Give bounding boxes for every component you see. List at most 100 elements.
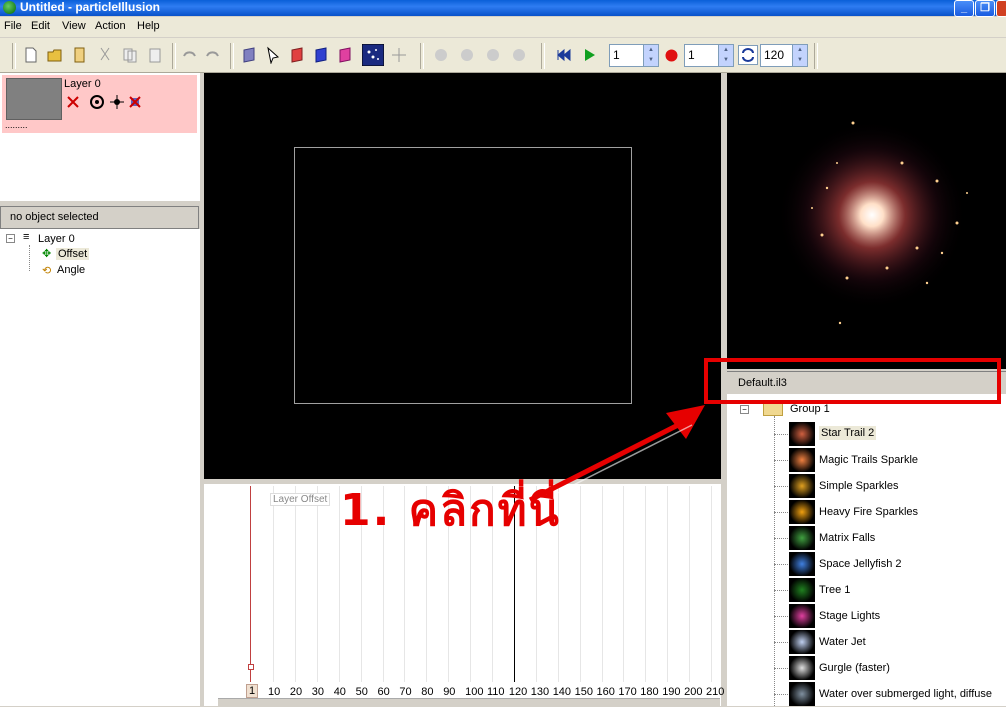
- title-bar: Untitled - particleIllusion _ ❐: [0, 0, 1006, 17]
- emitter-icon[interactable]: [362, 44, 384, 66]
- preview-panel: [727, 73, 1006, 369]
- open-icon[interactable]: [46, 46, 64, 64]
- deflector-icon[interactable]: [390, 46, 408, 64]
- tree-connector: [774, 564, 788, 565]
- frame-spinner[interactable]: 1 ▲ ▼: [609, 44, 659, 67]
- emitter-thumbnail-icon: [789, 422, 815, 446]
- tree-connector: [774, 512, 788, 513]
- menu-action[interactable]: Action: [95, 20, 126, 32]
- menu-edit[interactable]: Edit: [31, 20, 50, 32]
- toolbar-separator: [420, 43, 424, 69]
- hide-layer-icon[interactable]: [66, 95, 80, 109]
- target-icon[interactable]: [90, 95, 104, 109]
- timeline-gridline: [623, 486, 625, 682]
- spinner-arrows-icon[interactable]: ▲ ▼: [643, 45, 658, 66]
- layer-plane-icon[interactable]: [240, 46, 258, 64]
- layer-list-icon: ≡: [23, 231, 30, 243]
- current-frame-label: 1: [246, 684, 259, 698]
- menu-help[interactable]: Help: [137, 20, 160, 32]
- library-item-label: Matrix Falls: [819, 532, 876, 544]
- menu-file[interactable]: File: [4, 20, 22, 32]
- move-down-icon[interactable]: [484, 46, 502, 64]
- emitter-thumbnail-icon: [789, 500, 815, 524]
- emitter-thumbnail-icon: [789, 656, 815, 680]
- frame-cursor[interactable]: [250, 486, 251, 682]
- collapse-icon[interactable]: −: [740, 405, 749, 414]
- emitter-thumbnail-icon: [789, 448, 815, 472]
- folder-icon: [763, 402, 783, 416]
- layer-panel: Layer 0 .........: [0, 73, 200, 201]
- paste-icon[interactable]: [146, 46, 164, 64]
- restore-button[interactable]: ❐: [975, 0, 995, 17]
- window-title: Untitled - particleIllusion: [20, 0, 161, 14]
- timeline-tick-label: 180: [640, 686, 659, 698]
- record-icon[interactable]: [664, 48, 679, 63]
- emitter-thumbnail-icon: [789, 604, 815, 628]
- timeline-tick-label: 30: [311, 686, 325, 698]
- blue-layer-icon[interactable]: [312, 46, 330, 64]
- keyframe-marker[interactable]: [248, 664, 254, 670]
- deflector-off-icon[interactable]: [128, 95, 142, 109]
- layer-dots: .........: [5, 120, 28, 130]
- stage-bounds: [294, 147, 632, 404]
- move-left-icon[interactable]: [432, 46, 450, 64]
- library-item-label: Magic Trails Sparkle: [819, 454, 919, 466]
- toolbar-separator: [12, 43, 16, 69]
- timeline-gridline: [316, 486, 318, 682]
- copy-icon[interactable]: [121, 46, 139, 64]
- cut-icon[interactable]: [96, 46, 114, 64]
- layer-row[interactable]: Layer 0 .........: [2, 75, 197, 133]
- play-icon[interactable]: [580, 46, 598, 64]
- library-item-label: Stage Lights: [819, 610, 881, 622]
- loop-icon[interactable]: [738, 45, 758, 65]
- loop-spinner[interactable]: 120 ▲ ▼: [760, 44, 808, 67]
- timeline-tick-label: 150: [574, 686, 593, 698]
- library-group[interactable]: Group 1: [790, 403, 830, 415]
- timeline-gridline: [579, 486, 581, 682]
- redo-icon[interactable]: [204, 46, 222, 64]
- library-item-label: Heavy Fire Sparkles: [819, 506, 919, 518]
- tree-item-offset[interactable]: Offset: [56, 248, 90, 260]
- tree-connector: [774, 694, 788, 695]
- spinner-arrows-icon[interactable]: ▲ ▼: [718, 45, 733, 66]
- timeline-tick-label: 80: [421, 686, 434, 698]
- select-arrow-icon[interactable]: [264, 46, 282, 64]
- timeline-tick-label: 90: [443, 686, 456, 698]
- undo-icon[interactable]: [180, 46, 198, 64]
- offset-icon: ✥: [42, 248, 52, 260]
- emitter-thumbnail-icon: [789, 474, 815, 498]
- layer-thumbnail: [6, 78, 62, 120]
- menu-view[interactable]: View: [62, 20, 86, 32]
- timeline-gridline: [601, 486, 603, 682]
- rewind-icon[interactable]: [555, 46, 573, 64]
- tree-item-angle[interactable]: Angle: [57, 264, 85, 276]
- timeline-gridline: [273, 486, 274, 682]
- save-icon[interactable]: [71, 46, 89, 64]
- spinner-arrows-icon[interactable]: ▲ ▼: [792, 45, 807, 66]
- library-item-label: Tree 1: [819, 584, 851, 596]
- tree-root-layer[interactable]: Layer 0: [38, 233, 75, 245]
- tree-connector: [774, 538, 788, 539]
- close-button[interactable]: [996, 0, 1006, 17]
- timeline-tick-label: 200: [684, 686, 703, 698]
- red-layer-icon[interactable]: [288, 46, 306, 64]
- toolbar-separator: [230, 43, 234, 69]
- sparkle-icon[interactable]: [110, 95, 124, 109]
- library-item-label: Space Jellyfish 2: [819, 558, 902, 570]
- particle-preview-image: [777, 120, 968, 325]
- tree-connector: [774, 668, 788, 669]
- timeline-tick-label: 70: [399, 686, 412, 698]
- move-up-icon[interactable]: [458, 46, 476, 64]
- emitter-thumbnail-icon: [789, 552, 815, 576]
- timeline-tick-label: 100: [465, 686, 484, 698]
- pink-layer-icon[interactable]: [336, 46, 354, 64]
- new-icon[interactable]: [22, 46, 40, 64]
- move-right-icon[interactable]: [510, 46, 528, 64]
- layer-name: Layer 0: [64, 78, 101, 90]
- minimize-button[interactable]: _: [954, 0, 974, 17]
- properties-tree: − ≡ Layer 0 ✥ Offset ⟲ Angle: [0, 229, 200, 706]
- tree-connector: [774, 590, 788, 591]
- record-spinner[interactable]: 1 ▲ ▼: [684, 44, 734, 67]
- collapse-icon[interactable]: −: [6, 234, 15, 243]
- timeline-tick-label: 50: [355, 686, 368, 698]
